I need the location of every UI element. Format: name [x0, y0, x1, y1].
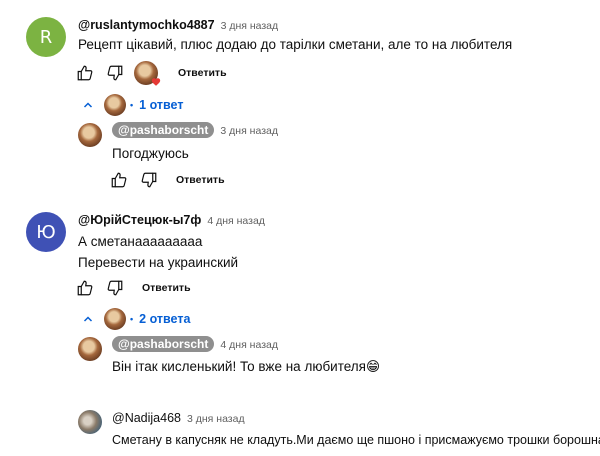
reply-button[interactable]: Ответить	[178, 67, 227, 79]
replies-count: 1 ответ	[139, 98, 184, 112]
heart-icon	[151, 78, 161, 86]
chevron-up-icon	[83, 102, 93, 108]
creator-heart[interactable]	[134, 61, 161, 86]
avatar-letter: Ю	[36, 221, 56, 243]
reply-button[interactable]: Ответить	[176, 174, 225, 186]
thumb-up-icon	[111, 172, 127, 188]
comment-text-line-2: Перевести на украинский	[78, 255, 239, 270]
comment-header: @pashaborscht 3 дня назад	[112, 122, 278, 138]
timestamp[interactable]: 3 дня назад	[221, 20, 279, 32]
comment-header: @ruslantymochko4887 3 дня назад	[78, 18, 278, 32]
comment-text-line-1: А сметанааааааааа	[78, 234, 203, 249]
dislike-button[interactable]	[104, 277, 126, 299]
dot-separator: •	[130, 100, 134, 110]
timestamp[interactable]: 3 дня назад	[187, 413, 245, 425]
avatar[interactable]: R	[26, 17, 66, 57]
thumb-down-icon	[107, 280, 123, 296]
like-button[interactable]	[108, 169, 130, 191]
like-button[interactable]	[74, 62, 96, 84]
thumb-up-icon	[77, 65, 93, 81]
author-name[interactable]: @Nadija468	[112, 411, 181, 425]
reply-actions: Ответить	[108, 169, 225, 191]
avatar[interactable]	[78, 337, 102, 361]
comment-text: Рецепт цікавий, плюс додаю до тарілки см…	[78, 37, 513, 52]
reply-text: Погоджуюсь	[112, 146, 189, 161]
author-name[interactable]: @pashaborscht	[112, 336, 215, 352]
avatar[interactable]	[78, 123, 102, 147]
comment-header: @Nadija468 3 дня назад	[112, 411, 245, 425]
chevron-up-icon	[83, 316, 93, 322]
avatar[interactable]	[78, 410, 102, 434]
replies-toggle[interactable]: • 1 ответ	[82, 94, 183, 116]
timestamp[interactable]: 3 дня назад	[220, 125, 278, 137]
reply-text: Він ітак кисленький! То вже на любителя😁	[112, 359, 381, 374]
comment-header: @ЮрійСтецюк-ы7ф 4 дня назад	[78, 213, 265, 227]
avatar[interactable]: Ю	[26, 212, 66, 252]
author-name[interactable]: @ruslantymochko4887	[78, 18, 215, 32]
thumb-up-icon	[77, 280, 93, 296]
reply-button[interactable]: Ответить	[142, 282, 191, 294]
timestamp[interactable]: 4 дня назад	[207, 215, 265, 227]
dislike-button[interactable]	[138, 169, 160, 191]
replies-count: 2 ответа	[139, 312, 191, 326]
comment-header: @pashaborscht 4 дня назад	[112, 336, 278, 352]
timestamp[interactable]: 4 дня назад	[220, 339, 278, 351]
dot-separator: •	[130, 314, 134, 324]
like-button[interactable]	[74, 277, 96, 299]
creator-avatar	[104, 308, 126, 330]
thumb-down-icon	[141, 172, 157, 188]
replies-toggle[interactable]: • 2 ответа	[82, 308, 190, 330]
reply-text: Сметану в капусняк не кладуть.Ми даємо щ…	[112, 433, 600, 447]
dislike-button[interactable]	[104, 62, 126, 84]
comment-actions: Ответить	[74, 277, 191, 299]
comment-actions: Ответить	[74, 61, 227, 86]
author-name[interactable]: @pashaborscht	[112, 122, 215, 138]
author-name[interactable]: @ЮрійСтецюк-ы7ф	[78, 213, 201, 227]
avatar-letter: R	[39, 26, 53, 48]
creator-avatar	[104, 94, 126, 116]
thumb-down-icon	[107, 65, 123, 81]
